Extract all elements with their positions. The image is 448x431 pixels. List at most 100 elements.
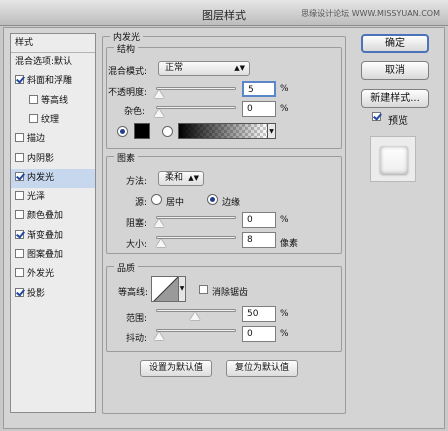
style-item[interactable]: 内阴影: [11, 150, 95, 169]
style-item-checkbox[interactable]: [15, 249, 24, 258]
style-item-checkbox[interactable]: [15, 229, 24, 239]
style-item-checkbox[interactable]: [15, 210, 24, 220]
style-item[interactable]: 纹理: [11, 111, 95, 130]
opacity-unit: %: [280, 84, 289, 94]
style-item-checkbox[interactable]: [29, 113, 38, 123]
choke-input[interactable]: 0: [242, 212, 276, 228]
size-unit: 像素: [280, 239, 299, 249]
make-default-button[interactable]: 设置为默认值: [140, 360, 212, 377]
gradient-radio[interactable]: [162, 126, 173, 137]
style-item-label: 斜面和浮雕: [27, 76, 73, 87]
style-item-label: 颜色叠加: [27, 211, 64, 222]
source-center-label: 居中: [166, 198, 185, 208]
glow-color-swatch[interactable]: [134, 123, 150, 139]
size-slider[interactable]: [156, 236, 236, 239]
style-item[interactable]: 等高线: [11, 92, 95, 111]
choke-slider[interactable]: [156, 216, 236, 219]
opacity-label: 不透明度:: [108, 88, 148, 98]
contour-picker[interactable]: [151, 276, 179, 302]
select-arrows-icon: ▲▼: [188, 174, 199, 182]
style-item-label: 内阴影: [27, 153, 55, 164]
preview-swatch: [380, 146, 408, 174]
preview-checkbox[interactable]: [372, 112, 384, 123]
blend-mode-label: 混合模式:: [108, 67, 148, 77]
blend-mode-select[interactable]: 正常 ▲▼: [158, 61, 250, 76]
style-item[interactable]: 描边: [11, 130, 95, 149]
jitter-label: 抖动:: [126, 334, 148, 344]
opacity-slider[interactable]: [156, 87, 236, 90]
style-item-checkbox[interactable]: [15, 287, 24, 297]
jitter-slider[interactable]: [156, 329, 236, 332]
style-item-checkbox[interactable]: [15, 268, 24, 278]
style-list-header: 样式: [11, 34, 95, 53]
style-item-checkbox[interactable]: [15, 152, 24, 162]
jitter-slider-thumb[interactable]: [154, 332, 164, 340]
style-item[interactable]: 内发光: [11, 168, 95, 188]
method-select[interactable]: 柔和 ▲▼: [158, 171, 204, 186]
style-item-label: 描边: [27, 134, 46, 145]
opacity-input[interactable]: 5: [242, 81, 276, 97]
style-item[interactable]: 斜面和浮雕: [11, 72, 95, 91]
style-item-label: 等高线: [41, 95, 69, 106]
range-input[interactable]: 50: [242, 306, 276, 322]
new-style-button[interactable]: 新建样式...: [361, 89, 429, 108]
antialias-check-icon: [199, 285, 208, 294]
gradient-dropdown-icon[interactable]: ▼: [267, 123, 276, 139]
gradient-swatch[interactable]: [178, 123, 268, 139]
size-input[interactable]: 8: [242, 232, 276, 248]
solid-color-radio[interactable]: [117, 126, 128, 137]
blend-mode-value: 正常: [165, 63, 184, 73]
source-edge-radio[interactable]: [207, 194, 218, 205]
method-label: 方法:: [126, 177, 148, 187]
style-item-checkbox[interactable]: [15, 191, 24, 201]
preview-label: 预览: [388, 116, 408, 127]
style-item-label: 投影: [27, 288, 46, 299]
preview-check-icon: [372, 112, 381, 121]
choke-unit: %: [280, 215, 289, 225]
choke-slider-thumb[interactable]: [154, 219, 164, 227]
style-item[interactable]: 光泽: [11, 188, 95, 207]
quality-title: 品质: [114, 261, 139, 274]
style-item-checkbox[interactable]: [15, 75, 24, 85]
style-item-checkbox[interactable]: [15, 171, 24, 181]
opacity-slider-thumb[interactable]: [154, 90, 164, 98]
elements-title: 图素: [114, 151, 139, 164]
contour-dropdown-icon[interactable]: ▼: [178, 276, 186, 302]
noise-input[interactable]: 0: [242, 101, 276, 117]
antialias-checkbox[interactable]: [199, 285, 211, 296]
select-arrows-icon: ▲▼: [234, 64, 245, 72]
style-item-label: 混合选项:默认: [15, 57, 73, 67]
choke-label: 阻塞:: [126, 219, 148, 229]
source-label: 源:: [135, 198, 148, 208]
style-item[interactable]: 外发光: [11, 265, 95, 284]
noise-label: 杂色:: [124, 107, 146, 117]
noise-unit: %: [280, 104, 289, 114]
style-list: 样式 混合选项:默认斜面和浮雕等高线纹理描边内阴影内发光光泽颜色叠加渐变叠加图案…: [10, 33, 96, 413]
jitter-input[interactable]: 0: [242, 326, 276, 342]
jitter-unit: %: [280, 329, 289, 339]
style-item-label: 渐变叠加: [27, 230, 64, 241]
contour-label: 等高线:: [118, 288, 149, 298]
style-item[interactable]: 颜色叠加: [11, 207, 95, 226]
style-item-checkbox[interactable]: [15, 133, 24, 143]
source-center-radio[interactable]: [151, 194, 162, 205]
style-item[interactable]: 渐变叠加: [11, 227, 95, 246]
range-unit: %: [280, 309, 289, 319]
range-slider-thumb[interactable]: [190, 312, 200, 320]
cancel-button[interactable]: 取消: [361, 61, 429, 80]
structure-title: 结构: [114, 42, 139, 55]
style-item-label: 图案叠加: [27, 250, 64, 260]
noise-slider[interactable]: [156, 106, 236, 109]
noise-slider-thumb[interactable]: [154, 109, 164, 117]
reset-default-button[interactable]: 复位为默认值: [226, 360, 298, 377]
style-item-label: 纹理: [41, 114, 60, 125]
style-item-checkbox[interactable]: [29, 94, 38, 104]
contour-linear-icon: [153, 277, 178, 301]
style-item[interactable]: 投影: [11, 285, 95, 304]
style-item-label: 光泽: [27, 192, 46, 203]
size-slider-thumb[interactable]: [156, 239, 166, 247]
style-item[interactable]: 混合选项:默认: [11, 53, 95, 72]
ok-button[interactable]: 确定: [361, 34, 429, 53]
antialias-label: 消除锯齿: [212, 288, 249, 298]
style-item[interactable]: 图案叠加: [11, 246, 95, 265]
